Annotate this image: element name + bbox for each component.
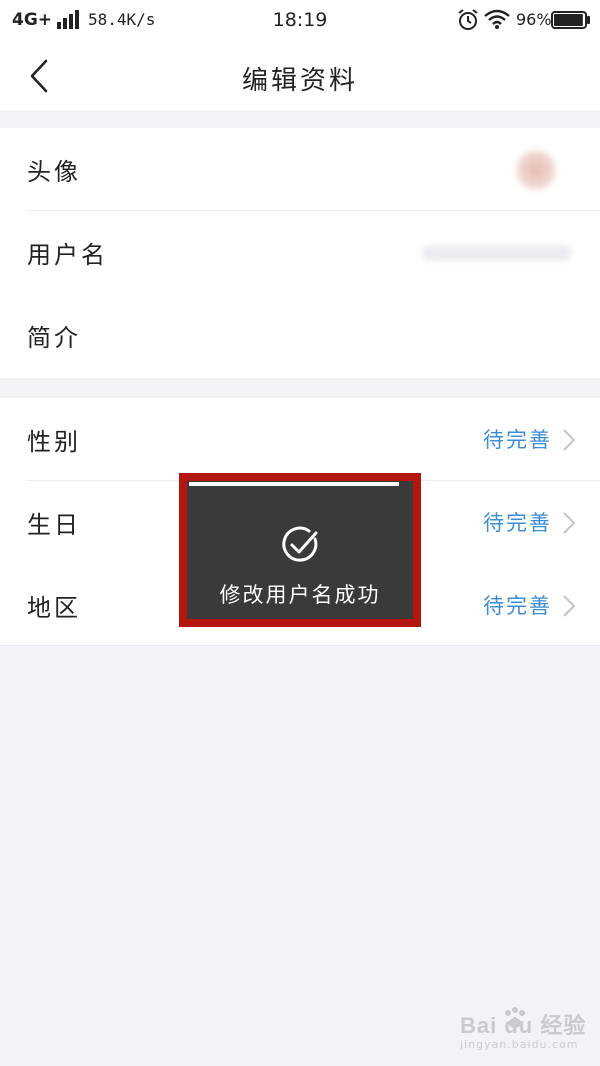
status-bar: 4G+ 58.4K/s 18:19 96% (0, 0, 600, 40)
profile-group: 头像 用户名 简介 (0, 128, 600, 378)
battery-percent: 96% (516, 10, 552, 29)
row-label: 地区 (27, 594, 81, 622)
clock: 18:19 (272, 9, 328, 31)
row-value: 待完善 (483, 428, 552, 452)
row-label: 头像 (27, 158, 81, 186)
alarm-icon (458, 9, 478, 30)
toast-top-line (189, 482, 399, 486)
success-toast: 修改用户名成功 (187, 481, 413, 619)
avatar[interactable] (516, 150, 556, 190)
chevron-right-icon (563, 429, 576, 451)
page-title: 编辑资料 (241, 66, 358, 96)
nav-header: 编辑资料 (0, 40, 600, 112)
row-label: 性别 (27, 428, 81, 456)
paw-icon (505, 1007, 525, 1028)
wifi-icon (484, 9, 510, 29)
baidu-watermark: Bai du 经验 jingyan.baidu.com (460, 1007, 590, 1058)
row-gender[interactable]: 性别 待完善 (0, 398, 600, 481)
row-value: 待完善 (483, 594, 552, 618)
chevron-right-icon (563, 512, 576, 534)
toast-message: 修改用户名成功 (219, 583, 381, 607)
screen: 4G+ 58.4K/s 18:19 96% 编辑资料 头像 用户名 简介 性别 … (0, 0, 600, 1066)
row-label: 用户名 (27, 241, 108, 269)
row-label: 简介 (27, 324, 81, 352)
row-avatar[interactable]: 头像 (0, 128, 600, 211)
row-value: 待完善 (483, 511, 552, 535)
row-label: 生日 (27, 511, 81, 539)
watermark-domain: jingyan.baidu.com (460, 1038, 579, 1051)
check-circle-icon (282, 526, 318, 562)
row-bio[interactable]: 简介 (0, 294, 600, 377)
row-username[interactable]: 用户名 (0, 211, 600, 294)
username-value-blurred (422, 245, 572, 261)
battery-icon (551, 11, 590, 29)
chevron-right-icon (563, 595, 576, 617)
highlight-frame: 修改用户名成功 (179, 473, 421, 627)
